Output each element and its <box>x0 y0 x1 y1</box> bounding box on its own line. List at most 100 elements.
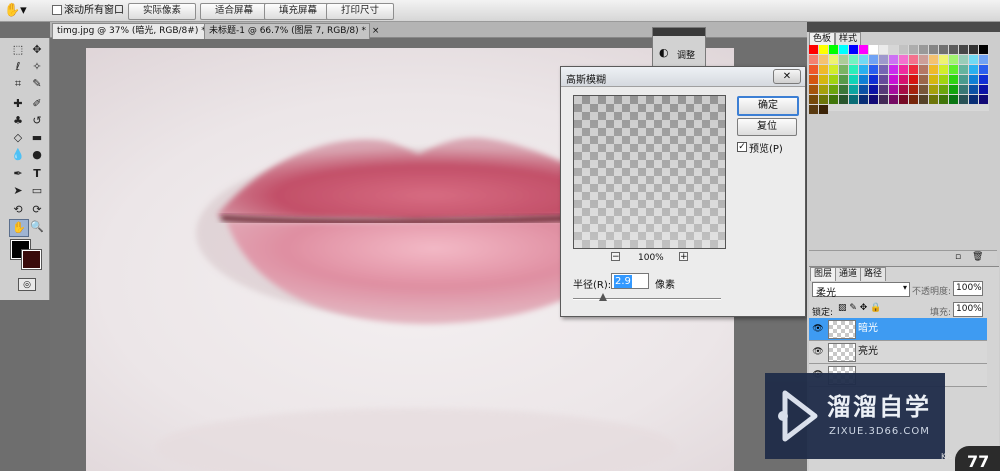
magic-wand-tool-icon[interactable]: ✧ <box>28 59 46 75</box>
color-swatch[interactable] <box>849 65 858 74</box>
color-swatch[interactable] <box>859 85 868 94</box>
color-swatch[interactable] <box>959 45 968 54</box>
color-swatch[interactable] <box>969 75 978 84</box>
color-swatch[interactable] <box>919 45 928 54</box>
color-swatch[interactable] <box>969 65 978 74</box>
color-swatch[interactable] <box>889 95 898 104</box>
reset-button[interactable]: 复位 <box>737 118 797 136</box>
color-swatch[interactable] <box>909 65 918 74</box>
tab-styles[interactable]: 样式 <box>835 32 862 46</box>
fill-screen-button[interactable]: 填充屏幕 <box>264 3 332 20</box>
color-swatch[interactable] <box>939 85 948 94</box>
eyedropper-tool-icon[interactable]: ✎ <box>28 76 46 92</box>
color-swatch[interactable] <box>859 65 868 74</box>
clone-stamp-tool-icon[interactable]: ♣ <box>9 113 27 129</box>
color-swatch[interactable] <box>939 45 948 54</box>
opacity-field[interactable]: 100% <box>953 281 983 296</box>
healing-brush-tool-icon[interactable]: ✚ <box>9 96 27 112</box>
color-swatch[interactable] <box>979 55 988 64</box>
color-swatch[interactable] <box>919 65 928 74</box>
color-swatch[interactable] <box>919 55 928 64</box>
color-swatch[interactable] <box>899 55 908 64</box>
lasso-tool-icon[interactable]: ℓ <box>9 59 27 75</box>
color-swatch[interactable] <box>819 105 828 114</box>
background-color-swatch[interactable] <box>21 249 42 270</box>
dialog-close-button[interactable]: ✕ <box>773 69 801 84</box>
tab-layers[interactable]: 图层 <box>810 267 837 281</box>
color-swatch[interactable] <box>869 95 878 104</box>
layer-row-light[interactable]: 👁 亮光 <box>809 341 987 364</box>
eraser-tool-icon[interactable]: ◇ <box>9 130 27 146</box>
color-swatch[interactable] <box>809 95 818 104</box>
color-swatch[interactable] <box>849 85 858 94</box>
color-swatch[interactable] <box>869 45 878 54</box>
color-swatch[interactable] <box>949 75 958 84</box>
color-swatch[interactable] <box>929 45 938 54</box>
color-swatch[interactable] <box>909 55 918 64</box>
color-swatch[interactable] <box>969 85 978 94</box>
adjustments-icon[interactable]: ◐ <box>659 46 669 59</box>
color-swatch[interactable] <box>969 45 978 54</box>
quick-mask-icon[interactable]: ◎ <box>18 278 36 291</box>
color-swatch[interactable] <box>879 75 888 84</box>
color-swatch[interactable] <box>889 65 898 74</box>
color-swatch[interactable] <box>929 85 938 94</box>
color-swatch[interactable] <box>929 75 938 84</box>
radius-slider-thumb[interactable] <box>599 293 607 301</box>
color-swatch[interactable] <box>859 75 868 84</box>
color-swatch[interactable] <box>939 95 948 104</box>
color-swatch[interactable] <box>979 65 988 74</box>
color-swatch[interactable] <box>839 55 848 64</box>
color-swatch[interactable] <box>859 55 868 64</box>
print-size-button[interactable]: 打印尺寸 <box>326 3 394 20</box>
color-swatch[interactable] <box>869 75 878 84</box>
color-swatch[interactable] <box>819 85 828 94</box>
color-swatch[interactable] <box>899 65 908 74</box>
shape-tool-icon[interactable]: ▭ <box>28 183 46 199</box>
color-swatch[interactable] <box>819 55 828 64</box>
color-swatch[interactable] <box>819 95 828 104</box>
delete-swatch-icon[interactable]: 🗑 <box>972 252 983 262</box>
path-selection-tool-icon[interactable]: ➤ <box>9 183 27 199</box>
color-swatch[interactable] <box>909 45 918 54</box>
color-swatch[interactable] <box>959 75 968 84</box>
color-swatch[interactable] <box>959 85 968 94</box>
layer-row-dark[interactable]: 👁 暗光 <box>809 318 987 341</box>
tab-paths[interactable]: 路径 <box>860 267 887 281</box>
color-swatch[interactable] <box>899 85 908 94</box>
color-swatch[interactable] <box>899 75 908 84</box>
eye-icon[interactable]: 👁 <box>811 322 825 336</box>
color-swatch[interactable] <box>879 95 888 104</box>
color-swatch[interactable] <box>879 65 888 74</box>
color-swatch[interactable] <box>899 95 908 104</box>
color-swatch[interactable] <box>909 75 918 84</box>
pen-tool-icon[interactable]: ✒ <box>9 166 27 182</box>
blur-preview-box[interactable] <box>573 95 726 249</box>
radius-input[interactable]: 2.9 <box>611 273 649 289</box>
color-swatch[interactable] <box>819 45 828 54</box>
color-swatch[interactable] <box>939 55 948 64</box>
color-swatch[interactable] <box>819 75 828 84</box>
color-swatch[interactable] <box>959 55 968 64</box>
zoom-tool-icon[interactable]: 🔍 <box>28 219 46 235</box>
color-swatch[interactable] <box>809 75 818 84</box>
color-swatch[interactable] <box>829 45 838 54</box>
color-swatch[interactable] <box>839 95 848 104</box>
color-swatch[interactable] <box>979 85 988 94</box>
color-swatch[interactable] <box>879 55 888 64</box>
color-swatch[interactable] <box>949 45 958 54</box>
color-swatch[interactable] <box>909 85 918 94</box>
color-swatch[interactable] <box>889 45 898 54</box>
color-swatch[interactable] <box>979 45 988 54</box>
color-swatch[interactable] <box>869 55 878 64</box>
color-swatch[interactable] <box>869 65 878 74</box>
color-swatch[interactable] <box>859 95 868 104</box>
crop-tool-icon[interactable]: ⌗ <box>9 76 27 92</box>
color-swatch[interactable] <box>869 85 878 94</box>
color-swatch[interactable] <box>889 85 898 94</box>
color-swatch[interactable] <box>909 95 918 104</box>
tab-channels[interactable]: 通道 <box>835 267 862 281</box>
color-swatch[interactable] <box>919 85 928 94</box>
brush-tool-icon[interactable]: ✐ <box>28 96 46 112</box>
color-swatch[interactable] <box>849 75 858 84</box>
